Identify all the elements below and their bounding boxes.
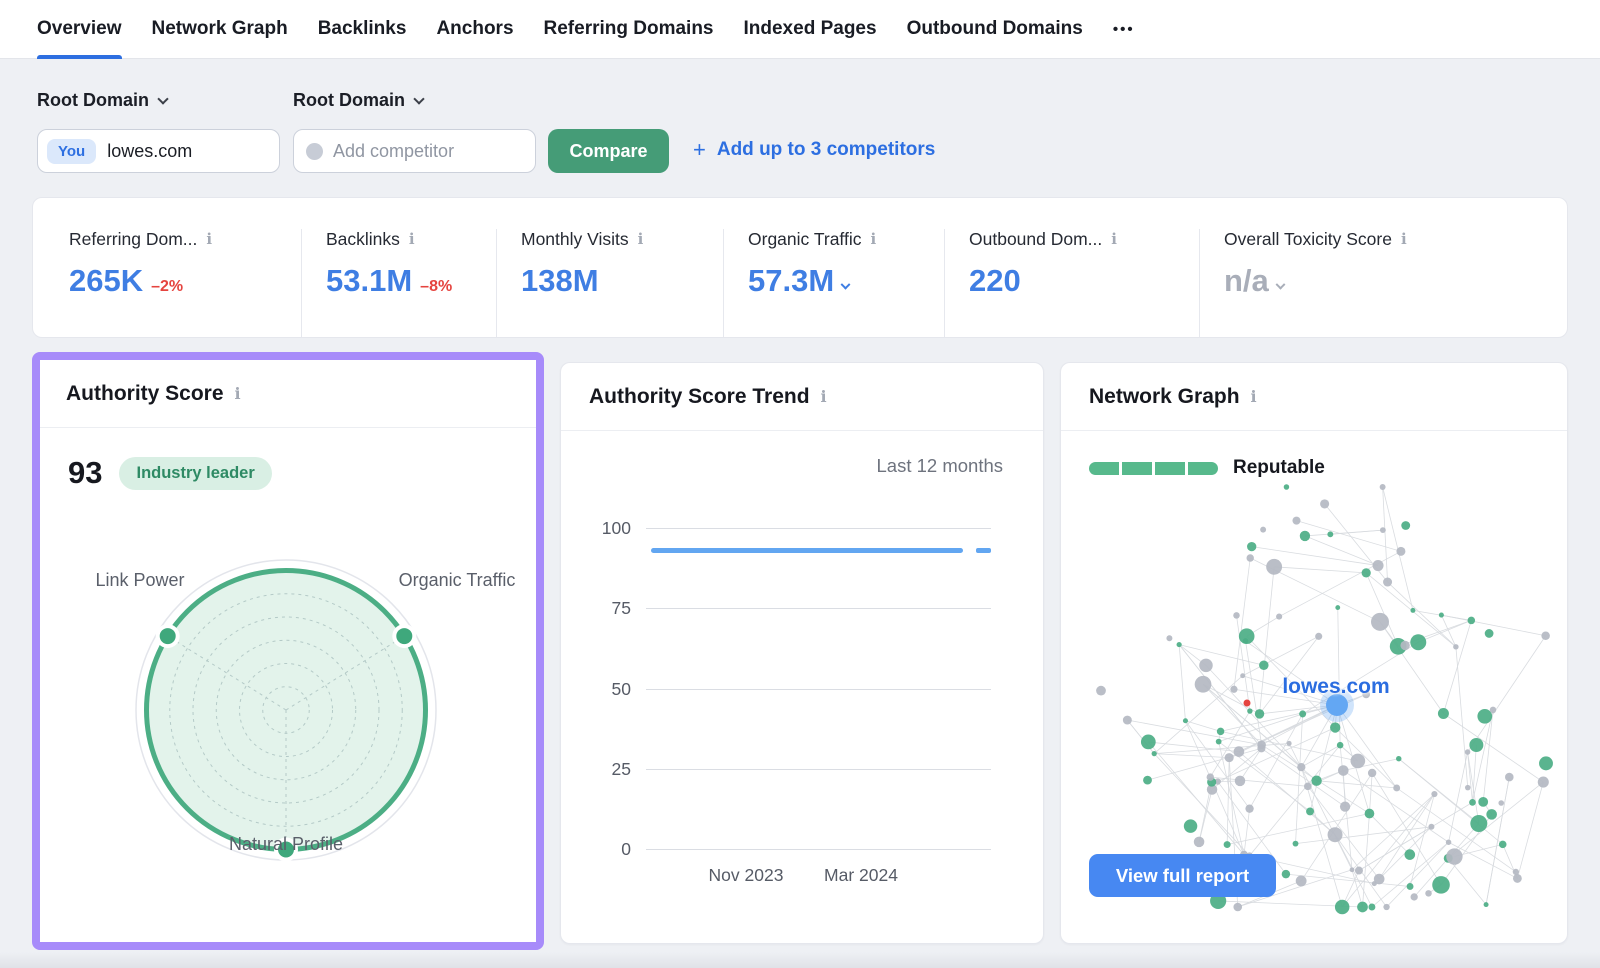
radar-axis-organic-traffic: Organic Traffic <box>392 568 522 592</box>
metric-backlinks: Backlinks i 53.1M –8% <box>301 229 496 337</box>
you-domain-input[interactable]: You lowes.com <box>37 129 280 173</box>
you-scope-selector[interactable]: Root Domain <box>37 90 167 111</box>
reputation-rating-row: Reputable <box>1061 431 1567 479</box>
view-full-report-button[interactable]: View full report <box>1089 854 1276 897</box>
y-tick-0: 0 <box>579 839 631 860</box>
authority-trend-line-dashed-tail <box>976 548 991 553</box>
metric-label: Backlinks <box>326 229 400 250</box>
metric-value: 53.1M <box>326 263 412 299</box>
trend-period-label: Last 12 months <box>877 455 1004 477</box>
metric-label: Organic Traffic <box>748 229 861 250</box>
metric-label: Overall Toxicity Score <box>1224 229 1392 250</box>
network-center-node-label[interactable]: lowes.com <box>1246 675 1426 699</box>
competitor-dot-icon <box>306 143 323 160</box>
metric-label: Referring Dom... <box>69 229 197 250</box>
y-tick-75: 75 <box>579 598 631 619</box>
metric-label: Outbound Dom... <box>969 229 1102 250</box>
trend-card-header: Authority Score Trend i <box>561 363 1043 431</box>
radar-axis-link-power: Link Power <box>85 568 195 592</box>
info-icon[interactable]: i <box>638 232 644 247</box>
y-tick-100: 100 <box>579 518 631 539</box>
y-tick-50: 50 <box>579 679 631 700</box>
metric-value: 57.3M <box>748 263 834 299</box>
tab-anchors[interactable]: Anchors <box>436 0 513 58</box>
metric-monthly-visits: Monthly Visits i 138M <box>496 229 723 337</box>
top-tab-bar: Overview Network Graph Backlinks Anchors… <box>0 0 1600 59</box>
metric-delta: –2% <box>151 278 183 296</box>
gridline-50 <box>646 689 991 690</box>
competitor-input-box[interactable] <box>293 129 536 173</box>
meter-segment <box>1188 462 1218 475</box>
info-icon[interactable]: i <box>409 232 415 247</box>
add-competitors-link[interactable]: + Add up to 3 competitors <box>693 139 935 161</box>
tab-overview[interactable]: Overview <box>37 0 122 58</box>
radar-axis-natural-profile: Natural Profile <box>180 832 392 856</box>
card-title: Network Graph <box>1089 385 1240 409</box>
info-icon[interactable]: i <box>206 232 212 247</box>
meter-segment <box>1122 462 1152 475</box>
backlink-analytics-page: Overview Network Graph Backlinks Anchors… <box>0 0 1600 968</box>
metric-value: 220 <box>969 263 1021 299</box>
tab-network-graph[interactable]: Network Graph <box>152 0 288 58</box>
authority-score-header: Authority Score i <box>40 360 536 428</box>
x-tick-nov-2023: Nov 2023 <box>691 865 801 886</box>
info-icon[interactable]: i <box>235 386 241 402</box>
network-graph-card: Network Graph i Reputable lowes.com View… <box>1060 362 1568 944</box>
info-icon[interactable]: i <box>1401 232 1407 247</box>
info-icon[interactable]: i <box>1251 389 1257 405</box>
gridline-75 <box>646 608 991 609</box>
tab-backlinks[interactable]: Backlinks <box>318 0 407 58</box>
add-competitors-link-label: Add up to 3 competitors <box>717 139 936 161</box>
metric-value: 138M <box>521 263 599 299</box>
metric-outbound-domains: Outbound Dom... i 220 <box>944 229 1199 337</box>
network-card-header: Network Graph i <box>1061 363 1567 431</box>
chevron-down-icon <box>157 93 168 104</box>
tab-referring-domains[interactable]: Referring Domains <box>544 0 714 58</box>
tab-indexed-pages[interactable]: Indexed Pages <box>744 0 877 58</box>
chevron-down-icon <box>413 93 424 104</box>
chevron-down-icon[interactable] <box>1275 280 1285 290</box>
metric-value: 265K <box>69 263 143 299</box>
you-scope-label: Root Domain <box>37 90 149 111</box>
metric-referring-domains: Referring Dom... i 265K –2% <box>33 229 301 337</box>
you-badge: You <box>47 139 96 164</box>
plus-icon: + <box>693 139 706 161</box>
metric-delta: –8% <box>420 278 452 296</box>
y-tick-25: 25 <box>579 759 631 780</box>
metrics-summary-bar: Referring Dom... i 265K –2% Backlinks i 53.… <box>32 197 1568 338</box>
network-graph-visualization[interactable] <box>1061 479 1569 919</box>
authority-score-trend-card: Authority Score Trend i Last 12 months 1… <box>560 362 1044 944</box>
add-competitor-input[interactable] <box>333 141 523 162</box>
gridline-100 <box>646 528 991 529</box>
metric-value: n/a <box>1224 263 1269 299</box>
authority-score-card: Authority Score i 93 Industry leader Lin… <box>32 352 544 950</box>
compare-button[interactable]: Compare <box>548 129 669 173</box>
authority-trend-line <box>651 548 963 553</box>
meter-segment <box>1155 462 1185 475</box>
reputation-meter <box>1089 462 1218 475</box>
tab-outbound-domains[interactable]: Outbound Domains <box>907 0 1083 58</box>
info-icon[interactable]: i <box>821 389 827 405</box>
info-icon[interactable]: i <box>1111 232 1117 247</box>
metric-toxicity-score: Overall Toxicity Score i n/a <box>1199 229 1565 337</box>
authority-score-value: 93 <box>68 455 102 491</box>
authority-radar-chart <box>40 492 536 932</box>
gridline-0 <box>646 849 991 850</box>
gridline-25 <box>646 769 991 770</box>
you-domain-value: lowes.com <box>107 141 192 162</box>
x-tick-mar-2024: Mar 2024 <box>806 865 916 886</box>
reputation-rating-label: Reputable <box>1233 457 1325 479</box>
card-title: Authority Score Trend <box>589 385 810 409</box>
industry-leader-badge: Industry leader <box>119 457 271 490</box>
meter-segment <box>1089 462 1119 475</box>
metric-label: Monthly Visits <box>521 229 629 250</box>
competitor-scope-selector[interactable]: Root Domain <box>293 90 423 111</box>
info-icon[interactable]: i <box>870 232 876 247</box>
authority-score-value-row: 93 Industry leader <box>40 428 536 491</box>
metric-organic-traffic: Organic Traffic i 57.3M <box>723 229 944 337</box>
card-title: Authority Score <box>66 382 224 406</box>
competitor-scope-label: Root Domain <box>293 90 405 111</box>
chevron-down-icon[interactable] <box>841 280 851 290</box>
more-tabs-icon[interactable]: ••• <box>1113 0 1135 58</box>
